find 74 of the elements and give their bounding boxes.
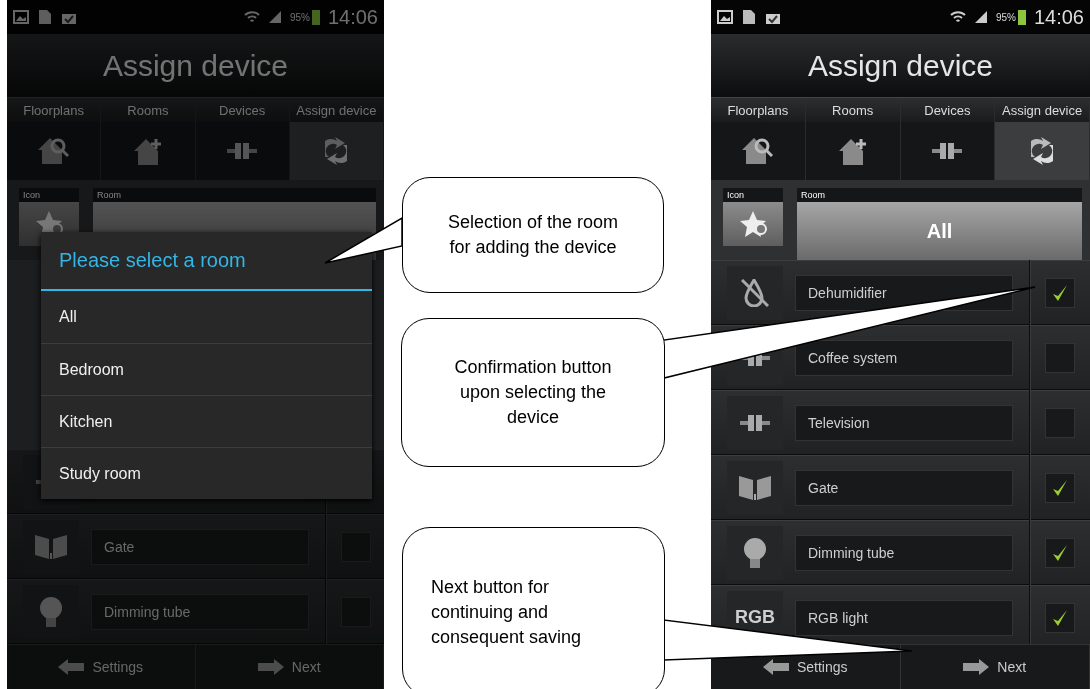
home-magnifier-icon: [38, 138, 70, 164]
field-label: Room: [797, 188, 1082, 202]
wifi-icon: [949, 9, 966, 25]
circular-arrows-icon: [1031, 137, 1054, 165]
screen-title: Assign device: [807, 48, 994, 83]
plug-icon: [932, 143, 963, 159]
device-icon-text: RGB: [735, 607, 775, 628]
battery-icon: [1017, 9, 1026, 25]
checkbox[interactable]: [1045, 602, 1075, 633]
room-option[interactable]: All: [41, 291, 372, 343]
field-label: Icon: [19, 188, 79, 202]
room-selector[interactable]: All: [797, 202, 1082, 260]
callout: Confirmation button upon selecting the device: [401, 318, 665, 467]
device-name-field: Gate: [795, 469, 1013, 506]
checkbox[interactable]: [1045, 342, 1075, 373]
battery-icon: [311, 9, 320, 25]
wifi-icon: [243, 9, 260, 25]
callout: Selection of the room for adding the device: [402, 177, 664, 293]
right-arrow-icon: [963, 659, 990, 675]
tab[interactable]: Assign device: [995, 98, 1090, 180]
right-arrow-icon: [257, 659, 284, 675]
tab[interactable]: Floorplans: [711, 98, 806, 180]
tab[interactable]: Floorplans: [7, 98, 102, 180]
tab[interactable]: Rooms: [805, 98, 901, 180]
document-icon: [37, 9, 53, 25]
field-label: Icon: [723, 188, 783, 202]
signal-icon: [267, 10, 282, 24]
check-icon: [1053, 544, 1067, 561]
gate-icon: [35, 534, 67, 559]
tab[interactable]: Assign device: [289, 98, 384, 180]
callout: Next button for continuing and consequent saving: [402, 527, 665, 689]
room-option[interactable]: Study room: [41, 447, 372, 499]
plug-icon: [740, 414, 770, 431]
light-bulb-icon: [40, 596, 62, 627]
tab[interactable]: Rooms: [101, 98, 196, 180]
field-label: Room: [93, 188, 376, 202]
icon-picker-button[interactable]: [723, 202, 783, 246]
clock-time: 14:06: [327, 5, 378, 29]
left-arrow-icon: [762, 659, 789, 675]
checkbox[interactable]: [1045, 277, 1075, 308]
image-icon: [13, 10, 29, 24]
checkbox[interactable]: [1045, 537, 1075, 568]
plug-icon: [227, 143, 258, 159]
home-plus-icon: [838, 137, 867, 165]
left-arrow-icon: [58, 659, 85, 675]
circular-arrows-icon: [325, 137, 348, 165]
light-bulb-icon: [744, 537, 766, 568]
home-magnifier-icon: [742, 138, 774, 164]
gate-icon: [739, 475, 771, 500]
check-icon: [1053, 609, 1067, 626]
device-name-field: RGB light: [795, 599, 1013, 636]
battery-percent: 95%: [289, 11, 310, 23]
clock-time: 14:06: [1033, 5, 1084, 29]
drop-crossed-icon: [741, 278, 769, 307]
screen-title: Assign device: [102, 48, 289, 83]
image-icon: [717, 10, 733, 24]
check-icon: [1053, 284, 1067, 301]
check-icon: [1053, 479, 1067, 496]
checkbox[interactable]: [1045, 407, 1075, 438]
device-name-field: Dimming tube: [795, 534, 1013, 571]
room-option[interactable]: Bedroom: [41, 343, 372, 395]
device-name-field: Dimming tube: [91, 593, 309, 630]
device-name-field: Coffee system: [795, 339, 1013, 376]
room-option[interactable]: Kitchen: [41, 395, 372, 447]
star-plus-icon: [738, 209, 768, 239]
tab[interactable]: Devices: [195, 98, 290, 180]
signal-icon: [973, 10, 988, 24]
tab[interactable]: Devices: [900, 98, 996, 180]
device-name-field: Gate: [91, 528, 309, 565]
device-name-field: Television: [795, 404, 1013, 441]
home-plus-icon: [133, 137, 162, 165]
checkbox[interactable]: [1045, 472, 1075, 503]
battery-percent: 95%: [995, 11, 1016, 23]
document-icon: [741, 9, 757, 25]
